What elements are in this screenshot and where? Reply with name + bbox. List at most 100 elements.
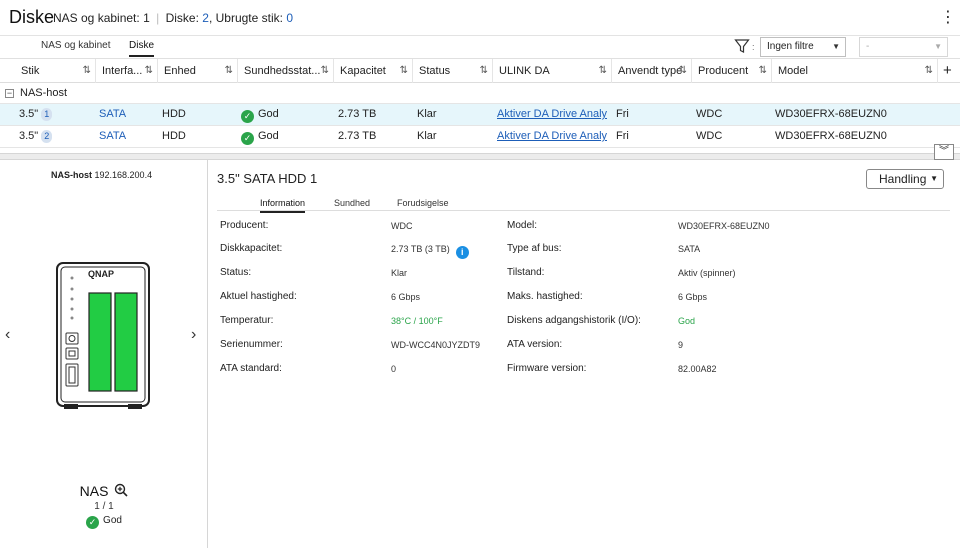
cell-status: Klar xyxy=(417,108,437,120)
label-io-history: Diskens adgangshistorik (I/O): xyxy=(507,315,641,326)
drive-slot-1 xyxy=(88,292,112,392)
app: Diske NAS og kabinet: 1 | Diske: 2, Ubru… xyxy=(0,0,960,548)
view-tabs-bar: NAS og kabinet Diske : Ingen filtre ▼ - … xyxy=(0,36,960,59)
sort-icon[interactable]: ⇅ xyxy=(925,59,933,83)
cell-interface: SATA xyxy=(99,108,127,120)
panel-splitter[interactable] xyxy=(0,153,960,160)
sort-icon[interactable]: ⇅ xyxy=(83,59,91,83)
label-temperature: Temperatur: xyxy=(220,315,274,326)
label-producer: Producent: xyxy=(220,220,269,231)
filter-select-value: Ingen filtre xyxy=(767,41,814,52)
filter-select[interactable]: Ingen filtre ▼ xyxy=(760,37,846,57)
column-header-slot[interactable]: Stik ⇅ xyxy=(15,59,96,83)
nas-device-illustration[interactable]: QNAP xyxy=(54,260,152,413)
label-ata-version: ATA version: xyxy=(507,339,563,350)
chevron-left-icon[interactable]: ‹ xyxy=(5,326,10,344)
summary-stats: NAS og kabinet: 1 | Diske: 2, Ubrugte st… xyxy=(53,11,293,25)
column-header-health[interactable]: Sundhedsstat... ⇅ xyxy=(238,59,334,83)
cell-producer: WDC xyxy=(696,108,723,120)
zoom-in-icon[interactable] xyxy=(114,483,128,497)
cell-used-type: Fri xyxy=(616,130,629,142)
sort-icon[interactable]: ⇅ xyxy=(321,59,329,83)
more-options-icon[interactable]: ⋮ xyxy=(940,9,956,27)
qnap-logo: QNAP xyxy=(88,269,114,279)
slot-number-badge: 2 xyxy=(41,130,53,143)
filter-icon[interactable] xyxy=(734,38,750,54)
activate-da-link[interactable]: Aktiver DA Drive Analy... xyxy=(497,130,607,142)
disk-table-header: Stik ⇅ Interfa... ⇅ Enhed ⇅ Sundhedsstat...… xyxy=(0,59,960,83)
slot-number-badge: 1 xyxy=(41,108,53,121)
table-row[interactable]: 3.5" 1 SATA HDD ✓ God 2.73 TB Klar Aktiver… xyxy=(0,104,960,126)
device-panel: NAS-host 192.168.200.4 ‹ › QNAP NAS 1 / … xyxy=(0,160,208,548)
value-max-speed: 6 Gbps xyxy=(678,292,708,302)
value-ata-standard: 0 xyxy=(391,364,397,374)
nas-disk-count: 1 / 1 xyxy=(94,501,114,512)
cell-model: WD30EFRX-68EUZN0 xyxy=(775,108,887,120)
activate-da-link[interactable]: Aktiver DA Drive Analy... xyxy=(497,108,607,120)
drive-slot-2 xyxy=(114,292,138,392)
group-row-nas-host[interactable]: − NAS-host xyxy=(0,83,960,104)
column-header-producer[interactable]: Producent ⇅ xyxy=(692,59,772,83)
group-label: NAS-host xyxy=(20,87,68,99)
column-header-capacity[interactable]: Kapacitet ⇅ xyxy=(334,59,413,83)
collapse-panel-icon[interactable]: ︾ xyxy=(934,144,954,160)
value-capacity-row: 2.73 TB (3 TB) i xyxy=(391,244,469,259)
tab-nas-and-enclosure[interactable]: NAS og kabinet xyxy=(41,40,111,51)
value-producer: WDC xyxy=(391,221,413,231)
label-firmware: Firmware version: xyxy=(507,363,587,374)
disk-detail-title: 3.5" SATA HDD 1 xyxy=(217,171,318,186)
sort-icon[interactable]: ⇅ xyxy=(480,59,488,83)
sort-icon[interactable]: ⇅ xyxy=(679,59,687,83)
column-header-model[interactable]: Model ⇅ xyxy=(772,59,938,83)
device-host-ip: 192.168.200.4 xyxy=(94,170,153,180)
cell-unit: HDD xyxy=(162,108,186,120)
column-header-status[interactable]: Status ⇅ xyxy=(413,59,493,83)
collapse-group-icon[interactable]: − xyxy=(5,89,14,98)
cell-producer: WDC xyxy=(696,130,723,142)
nas-count-value: 1 xyxy=(143,11,150,25)
nas-name-row: NAS xyxy=(0,483,208,499)
tab-health[interactable]: Sundhed xyxy=(334,198,370,208)
chevron-right-icon[interactable]: › xyxy=(191,326,196,344)
sort-icon[interactable]: ⇅ xyxy=(759,59,767,83)
cell-health: ✓ God xyxy=(241,108,279,123)
sort-icon[interactable]: ⇅ xyxy=(400,59,408,83)
check-circle-icon: ✓ xyxy=(241,132,254,145)
device-host-label: NAS-host 192.168.200.4 xyxy=(51,170,153,180)
label-state: Tilstand: xyxy=(507,267,545,278)
value-current-speed: 6 Gbps xyxy=(391,292,421,302)
secondary-filter-value: - xyxy=(866,41,870,52)
tab-information[interactable]: Information xyxy=(260,198,306,213)
value-io-history: God xyxy=(678,316,696,326)
cell-capacity: 2.73 TB xyxy=(338,108,377,120)
nas-count-label: NAS og kabinet: xyxy=(53,11,140,25)
chevron-down-icon: ▼ xyxy=(832,42,840,51)
action-dropdown-button[interactable]: Handling ▼ xyxy=(866,169,944,189)
cell-interface: SATA xyxy=(99,130,127,142)
column-header-used-type[interactable]: Anvendt type ⇅ xyxy=(612,59,692,83)
secondary-filter-select[interactable]: - ▼ xyxy=(859,37,948,57)
column-header-ulink[interactable]: ULINK DA ⇅ xyxy=(493,59,612,83)
value-firmware: 82.00A82 xyxy=(678,364,717,374)
sort-icon[interactable]: ⇅ xyxy=(225,59,233,83)
sort-icon[interactable]: ⇅ xyxy=(145,59,153,83)
value-status: Klar xyxy=(391,268,408,278)
value-temperature: 38°C / 100°F xyxy=(391,316,443,326)
check-circle-icon: ✓ xyxy=(86,516,100,529)
check-circle-icon: ✓ xyxy=(241,110,254,123)
column-header-interface[interactable]: Interfa... ⇅ xyxy=(96,59,158,83)
column-header-unit[interactable]: Enhed ⇅ xyxy=(158,59,238,83)
nas-status: ✓ God xyxy=(0,515,208,529)
chevron-down-icon: ▼ xyxy=(934,42,942,51)
info-icon[interactable]: i xyxy=(455,246,469,259)
tab-disks[interactable]: Diske xyxy=(129,40,155,57)
nas-device-icon: QNAP xyxy=(56,262,150,409)
caret-down-icon: ▼ xyxy=(930,174,938,183)
add-column-icon[interactable]: + xyxy=(943,62,952,79)
table-row[interactable]: 3.5" 2 SATA HDD ✓ God 2.73 TB Klar Aktiver… xyxy=(0,126,960,148)
page-title: Diske xyxy=(9,7,55,27)
cell-slot: 3.5" 1 xyxy=(19,108,53,121)
cell-used-type: Fri xyxy=(616,108,629,120)
tab-prediction[interactable]: Forudsigelse xyxy=(397,198,449,208)
sort-icon[interactable]: ⇅ xyxy=(599,59,607,83)
